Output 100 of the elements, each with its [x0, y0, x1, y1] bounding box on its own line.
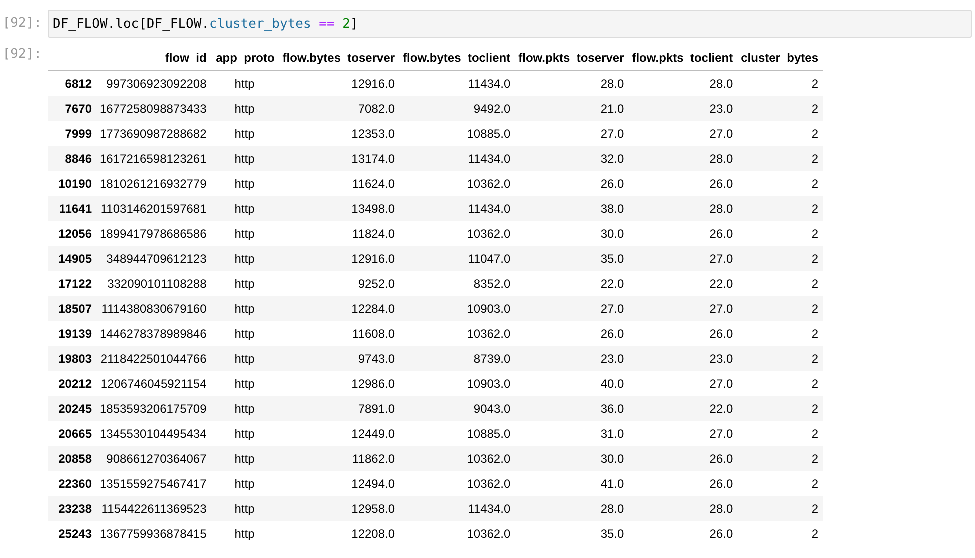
table-cell: http: [210, 171, 279, 196]
table-cell: 28.0: [628, 196, 738, 221]
table-cell: 12916.0: [278, 70, 400, 96]
row-index: 20245: [48, 396, 96, 421]
table-cell: 10362.0: [399, 321, 515, 346]
table-cell: 10885.0: [399, 421, 515, 446]
table-cell: 11624.0: [278, 171, 400, 196]
table-cell: 23.0: [514, 346, 628, 371]
table-cell: http: [210, 446, 279, 471]
table-cell: 8739.0: [399, 346, 515, 371]
table-cell: 22.0: [628, 396, 738, 421]
table-cell: 26.0: [514, 171, 628, 196]
table-cell: 40.0: [514, 371, 628, 396]
table-cell: 10362.0: [399, 471, 515, 496]
table-cell: 1351559275467417: [96, 471, 211, 496]
table-cell: 11434.0: [399, 146, 515, 171]
table-cell: http: [210, 246, 279, 271]
table-cell: 23.0: [628, 96, 738, 121]
table-cell: 997306923092208: [96, 70, 211, 96]
table-cell: 2: [737, 296, 822, 321]
table-cell: 8352.0: [399, 271, 515, 296]
table-cell: 9743.0: [278, 346, 400, 371]
table-cell: 2: [737, 521, 822, 546]
table-cell: 27.0: [628, 421, 738, 446]
table-cell: http: [210, 371, 279, 396]
table-cell: 13498.0: [278, 196, 400, 221]
table-cell: 1114380830679160: [96, 296, 211, 321]
table-cell: 11434.0: [399, 496, 515, 521]
row-index: 20665: [48, 421, 96, 446]
table-cell: 13174.0: [278, 146, 400, 171]
table-cell: 348944709612123: [96, 246, 211, 271]
table-cell: 2: [737, 471, 822, 496]
table-cell: 30.0: [514, 446, 628, 471]
cell-prompt: [92]:: [2, 15, 43, 31]
row-index: 7670: [48, 96, 96, 121]
table-cell: 38.0: [514, 196, 628, 221]
table-cell: 2: [737, 246, 822, 271]
table-cell: 2: [737, 96, 822, 121]
table-cell: 11047.0: [399, 246, 515, 271]
table-cell: 26.0: [628, 521, 738, 546]
table-cell: 10903.0: [399, 296, 515, 321]
code-editor[interactable]: DF_FLOW.loc[DF_FLOW.cluster_bytes == 2]: [48, 10, 972, 38]
table-cell: 12958.0: [278, 496, 400, 521]
table-cell: 10885.0: [399, 121, 515, 146]
table-cell: 27.0: [628, 121, 738, 146]
row-index: 22360: [48, 471, 96, 496]
table-cell: 2: [737, 221, 822, 246]
code-line: DF_FLOW.loc[DF_FLOW.cluster_bytes == 2]: [53, 16, 358, 32]
table-cell: 1154422611369523: [96, 496, 211, 521]
table-cell: 31.0: [514, 421, 628, 446]
table-cell: 1899417978686586: [96, 221, 211, 246]
table-cell: 2: [737, 146, 822, 171]
table-cell: 35.0: [514, 246, 628, 271]
table-cell: 27.0: [628, 371, 738, 396]
table-cell: 1617216598123261: [96, 146, 211, 171]
table-cell: 22.0: [514, 271, 628, 296]
table-cell: 12986.0: [278, 371, 400, 396]
table-cell: 7082.0: [278, 96, 400, 121]
table-cell: http: [210, 471, 279, 496]
table-cell: 26.0: [628, 471, 738, 496]
column-header: flow.bytes_toserver: [278, 45, 400, 70]
table-cell: 9492.0: [399, 96, 515, 121]
table-cell: http: [210, 121, 279, 146]
table-cell: 2: [737, 371, 822, 396]
table-cell: 35.0: [514, 521, 628, 546]
table-cell: 2: [737, 396, 822, 421]
table-cell: 2: [737, 70, 822, 96]
table-cell: 1446278378989846: [96, 321, 211, 346]
table-cell: 28.0: [514, 70, 628, 96]
table-cell: 27.0: [514, 121, 628, 146]
table-cell: 41.0: [514, 471, 628, 496]
table-cell: 1367759936878415: [96, 521, 211, 546]
table-cell: 28.0: [628, 496, 738, 521]
table-cell: 12916.0: [278, 246, 400, 271]
table-cell: 1853593206175709: [96, 396, 211, 421]
table-cell: 22.0: [628, 271, 738, 296]
table-cell: 2: [737, 171, 822, 196]
table-cell: 1810261216932779: [96, 171, 211, 196]
table-cell: http: [210, 146, 279, 171]
row-index: 19139: [48, 321, 96, 346]
table-cell: 27.0: [628, 296, 738, 321]
table-cell: http: [210, 296, 279, 321]
table-cell: 28.0: [628, 146, 738, 171]
table-cell: http: [210, 421, 279, 446]
row-index: 6812: [48, 70, 96, 96]
row-index: 19803: [48, 346, 96, 371]
table-cell: 2: [737, 496, 822, 521]
table-cell: 2: [737, 321, 822, 346]
table-cell: 26.0: [628, 446, 738, 471]
table-cell: http: [210, 496, 279, 521]
table-cell: 26.0: [628, 171, 738, 196]
row-index: 23238: [48, 496, 96, 521]
table-cell: 12284.0: [278, 296, 400, 321]
table-cell: 1773690987288682: [96, 121, 211, 146]
column-header: flow.bytes_toclient: [399, 45, 515, 70]
row-index: 10190: [48, 171, 96, 196]
table-cell: 9252.0: [278, 271, 400, 296]
table-cell: 2: [737, 121, 822, 146]
table-cell: 11824.0: [278, 221, 400, 246]
column-header: flow.pkts_toserver: [514, 45, 628, 70]
